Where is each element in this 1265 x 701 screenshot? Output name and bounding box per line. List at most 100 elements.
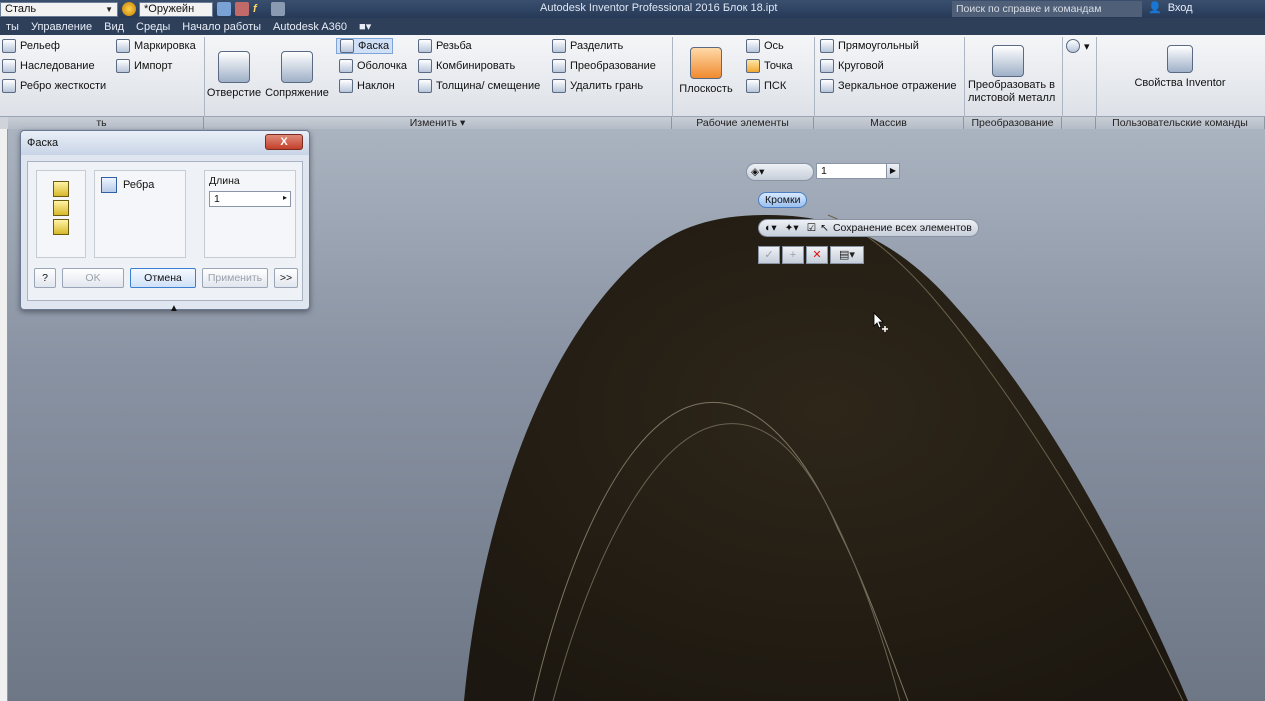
ucs-button[interactable]: ПСК — [746, 79, 786, 93]
hole-button[interactable]: Отверстие — [206, 51, 262, 99]
ok-button[interactable]: OK — [62, 268, 124, 288]
panel-user-commands: Пользовательские команды — [1096, 117, 1265, 129]
mirror-icon — [820, 79, 834, 93]
tab-a360[interactable]: Autodesk A360 — [267, 21, 353, 33]
two-distances-type-icon[interactable] — [53, 219, 69, 235]
edges-select-button[interactable] — [101, 177, 117, 193]
signin-label[interactable]: Вход — [1168, 2, 1193, 14]
color-icon[interactable] — [271, 2, 285, 16]
mini-apply-arrow[interactable]: ▶ — [886, 163, 900, 179]
options-menu-icon[interactable]: ▤▾ — [830, 246, 864, 264]
collapse-arrow-icon[interactable]: ▲ — [169, 303, 179, 314]
close-button[interactable]: X — [265, 134, 303, 150]
ok-check-icon[interactable]: ✓ — [758, 246, 780, 264]
appearance-value: *Оружейн — [144, 3, 195, 15]
emboss-button[interactable]: Рельеф — [2, 39, 60, 53]
fillet-button[interactable]: Сопряжение — [264, 51, 330, 99]
ribbon-separator — [204, 37, 205, 117]
tab-more[interactable]: ■▾ — [353, 20, 377, 33]
ribbon-separator — [964, 37, 965, 117]
tab-view[interactable]: Вид — [98, 21, 130, 33]
panel-modify[interactable]: Изменить ▾ — [204, 117, 672, 129]
mini-toolbar-select[interactable]: ◈▾ — [746, 163, 814, 181]
material-combo[interactable]: Сталь ▼ — [0, 1, 118, 17]
combine-button[interactable]: Комбинировать — [418, 59, 515, 73]
preserve-toolbar[interactable]: ◐▾ ✦▾ ☑ ↖ Сохранение всех элементов — [758, 219, 979, 237]
plane-button[interactable]: Плоскость — [676, 47, 736, 95]
edge-mode-icon[interactable]: ✦▾ — [785, 222, 799, 234]
tab-partial[interactable]: ты — [0, 21, 25, 33]
delete-face-button[interactable]: Удалить грань — [552, 79, 643, 93]
ok-cancel-group: ✓ + ✕ ▤▾ — [758, 246, 864, 264]
function-icon[interactable]: f — [253, 2, 267, 16]
direct-edit-label: Преобразование — [570, 60, 656, 72]
chamfer-button[interactable]: Фаска — [336, 38, 394, 54]
length-label: Длина — [209, 175, 240, 187]
appearance-icon — [122, 2, 136, 16]
mirror-button[interactable]: Зеркальное отражение — [820, 79, 957, 93]
cancel-button[interactable]: Отмена — [130, 268, 196, 288]
visual-style-icon — [1066, 39, 1080, 53]
import-button[interactable]: Импорт — [116, 59, 172, 73]
rect-pattern-label: Прямоугольный — [838, 40, 919, 52]
shell-button[interactable]: Оболочка — [339, 59, 407, 73]
edges-pill[interactable]: Кромки — [758, 192, 808, 208]
apply-button[interactable]: Применить — [202, 268, 268, 288]
chamfer-label: Фаска — [358, 40, 390, 52]
sheetmetal-icon — [992, 45, 1024, 77]
derive-button[interactable]: Наследование — [2, 59, 95, 73]
chevron-right-icon[interactable]: ▸ — [283, 193, 287, 202]
properties-icon — [1167, 45, 1193, 73]
rib-button[interactable]: Ребро жесткости — [2, 79, 106, 93]
chamfer-type-icon[interactable]: ◐▾ — [765, 222, 777, 234]
distance-angle-type-icon[interactable] — [53, 200, 69, 216]
panel-work-features: Рабочие элементы — [672, 117, 814, 129]
model-browser-strip[interactable] — [0, 129, 8, 701]
panel-create: ть — [0, 117, 204, 129]
preserve-all-label: Сохранение всех элементов — [832, 222, 972, 234]
cancel-x-icon[interactable]: ✕ — [806, 246, 828, 264]
tab-manage[interactable]: Управление — [25, 21, 98, 33]
panel-pattern: Массив — [814, 117, 964, 129]
axis-button[interactable]: Ось — [746, 39, 784, 53]
tab-environments[interactable]: Среды — [130, 21, 176, 33]
split-button[interactable]: Разделить — [552, 39, 623, 53]
mini-length-input[interactable]: 1 — [816, 163, 888, 179]
mark-button[interactable]: Маркировка — [116, 39, 196, 53]
convert-sheetmetal-button[interactable]: Преобразовать в листовой металл — [968, 45, 1060, 105]
derive-label: Наследование — [20, 60, 95, 72]
checkbox-icon[interactable]: ☑ — [807, 222, 816, 234]
apply-plus-icon[interactable]: + — [782, 246, 804, 264]
fillet-icon — [281, 51, 313, 83]
rect-pattern-button[interactable]: Прямоугольный — [820, 39, 919, 53]
update-icon[interactable] — [235, 2, 249, 16]
more-button[interactable]: >> — [274, 268, 298, 288]
measure-icon[interactable] — [217, 2, 231, 16]
help-search-input[interactable]: Поиск по справке и командам — [952, 1, 1142, 17]
derive-icon — [2, 59, 16, 73]
length-input[interactable]: 1 ▸ — [209, 191, 291, 207]
properties-label: Свойства Inventor — [1134, 77, 1226, 89]
thicken-button[interactable]: Толщина/ смещение — [418, 79, 540, 93]
signin-icon[interactable]: 👤 — [1148, 1, 1162, 14]
point-button[interactable]: Точка — [746, 59, 793, 73]
draft-button[interactable]: Наклон — [339, 79, 395, 93]
ribbon-separator — [814, 37, 815, 117]
appearance-combo[interactable]: *Оружейн — [139, 1, 213, 17]
thread-button[interactable]: Резьба — [418, 39, 472, 53]
dialog-body: Ребра Длина 1 ▸ ? OK Отмена Применить >> — [27, 161, 303, 301]
tab-getting-started[interactable]: Начало работы — [176, 21, 267, 33]
circ-pattern-button[interactable]: Круговой — [820, 59, 884, 73]
help-button[interactable]: ? — [34, 268, 56, 288]
fillet-label: Сопряжение — [265, 87, 329, 99]
chevron-down-icon: ▼ — [105, 4, 113, 14]
emboss-label: Рельеф — [20, 40, 60, 52]
point-label: Точка — [764, 60, 793, 72]
direct-edit-button[interactable]: Преобразование — [552, 59, 656, 73]
inventor-properties-button[interactable]: Свойства Inventor — [1100, 45, 1260, 89]
hole-label: Отверстие — [206, 87, 262, 99]
visual-style-button[interactable]: ▾ — [1066, 39, 1090, 53]
distance-type-icon[interactable] — [53, 181, 69, 197]
split-icon — [552, 39, 566, 53]
mouse-cursor-icon — [873, 312, 888, 332]
